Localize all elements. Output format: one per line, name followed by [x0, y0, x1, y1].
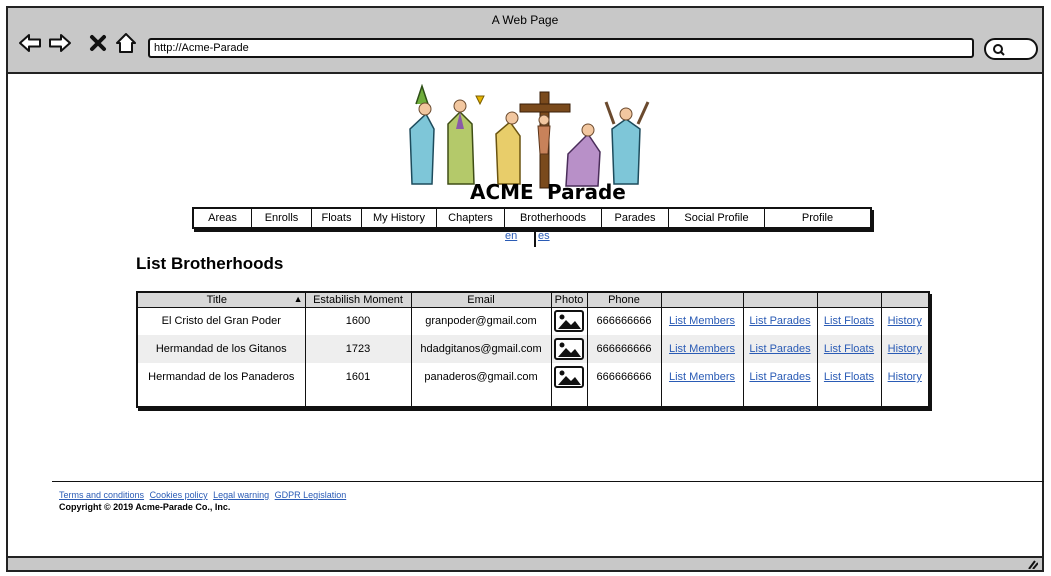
history-link[interactable]: History	[881, 363, 929, 391]
footer-divider	[52, 481, 1044, 482]
cell-title: El Cristo del Gran Poder	[137, 307, 306, 335]
language-separator	[534, 231, 536, 247]
browser-window: A Web Page http://Acme-Parade ACME Parad…	[6, 6, 1044, 572]
cell-phone: 666666666	[587, 335, 662, 363]
column-header-phone[interactable]: Phone	[587, 292, 662, 308]
list-members-link[interactable]: List Members	[661, 307, 744, 335]
cell-title: Hermandad de los Panaderos	[137, 363, 306, 391]
cell-moment: 1723	[305, 335, 412, 363]
history-link[interactable]: History	[881, 307, 929, 335]
list-floats-link[interactable]: List Floats	[817, 307, 882, 335]
cookies-link[interactable]: Cookies policy	[150, 490, 208, 500]
table-empty-row	[137, 391, 929, 407]
cell-phone: 666666666	[587, 307, 662, 335]
column-header-parades	[743, 292, 818, 308]
logo-text-parade: Parade	[547, 180, 626, 204]
list-parades-link[interactable]: List Parades	[743, 335, 818, 363]
cell-email: panaderos@gmail.com	[411, 363, 552, 391]
menu-item-parades[interactable]: Parades	[602, 209, 669, 227]
cell-email: hdadgitanos@gmail.com	[411, 335, 552, 363]
gdpr-link[interactable]: GDPR Legislation	[275, 490, 347, 500]
status-bar	[8, 556, 1042, 570]
cell-moment: 1601	[305, 363, 412, 391]
cell-moment: 1600	[305, 307, 412, 335]
logo-text-acme: ACME	[470, 180, 534, 204]
column-header-history	[881, 292, 929, 308]
menu-item-my-history[interactable]: My History	[362, 209, 437, 227]
cell-photo	[551, 335, 588, 363]
cell-phone: 666666666	[587, 363, 662, 391]
menu-item-chapters[interactable]: Chapters	[437, 209, 505, 227]
home-icon[interactable]	[114, 31, 138, 55]
search-field[interactable]	[984, 38, 1038, 60]
image-placeholder-icon	[554, 310, 584, 333]
column-header-title-label: Title	[206, 293, 227, 306]
terms-link[interactable]: Terms and conditions	[59, 490, 144, 500]
column-header-floats	[817, 292, 882, 308]
copyright-text: Copyright © 2019 Acme-Parade Co., Inc.	[59, 502, 231, 512]
list-members-link[interactable]: List Members	[661, 363, 744, 391]
column-header-title[interactable]: Title ▲	[137, 292, 306, 308]
list-parades-link[interactable]: List Parades	[743, 363, 818, 391]
menu-item-enrolls[interactable]: Enrolls	[252, 209, 312, 227]
back-arrow-icon[interactable]	[18, 31, 42, 55]
menu-item-areas[interactable]: Areas	[194, 209, 252, 227]
resize-grip-icon[interactable]	[1026, 559, 1038, 569]
image-placeholder-icon	[554, 366, 584, 388]
page-title: List Brotherhoods	[136, 254, 284, 273]
table-header-row: Title ▲ Estabilish Moment Email Photo Ph…	[137, 292, 929, 308]
cell-photo	[551, 363, 588, 391]
browser-toolbar: A Web Page http://Acme-Parade	[8, 8, 1042, 74]
table-row: Hermandad de los Gitanos 1723 hdadgitano…	[137, 335, 929, 363]
menu-item-profile[interactable]: Profile	[765, 209, 870, 227]
window-title: A Web Page	[491, 13, 559, 27]
image-placeholder-icon	[554, 338, 584, 360]
cell-email: granpoder@gmail.com	[411, 307, 552, 335]
list-members-link[interactable]: List Members	[661, 335, 744, 363]
menu-item-brotherhoods[interactable]: Brotherhoods	[505, 209, 602, 227]
list-floats-link[interactable]: List Floats	[817, 335, 882, 363]
cell-title: Hermandad de los Gitanos	[137, 335, 306, 363]
column-header-photo[interactable]: Photo	[551, 292, 588, 308]
column-header-members	[661, 292, 744, 308]
language-en-link[interactable]: en	[505, 230, 517, 242]
brotherhoods-table: Title ▲ Estabilish Moment Email Photo Ph…	[136, 291, 930, 408]
menu-item-floats[interactable]: Floats	[312, 209, 362, 227]
search-icon	[993, 44, 1005, 56]
legal-warning-link[interactable]: Legal warning	[213, 490, 269, 500]
list-parades-link[interactable]: List Parades	[743, 307, 818, 335]
stop-x-icon[interactable]	[86, 31, 110, 55]
history-link[interactable]: History	[881, 335, 929, 363]
table-row: El Cristo del Gran Poder 1600 granpoder@…	[137, 307, 929, 335]
forward-arrow-icon[interactable]	[48, 31, 72, 55]
column-header-moment[interactable]: Estabilish Moment	[305, 292, 412, 308]
address-bar[interactable]: http://Acme-Parade	[148, 38, 974, 58]
menu-item-social-profile[interactable]: Social Profile	[669, 209, 765, 227]
language-es-link[interactable]: es	[538, 230, 550, 242]
main-menu: Areas Enrolls Floats My History Chapters…	[192, 207, 872, 229]
column-header-email[interactable]: Email	[411, 292, 552, 308]
footer-links: Terms and conditions Cookies policy Lega…	[59, 490, 349, 500]
list-floats-link[interactable]: List Floats	[817, 363, 882, 391]
table-row: Hermandad de los Panaderos 1601 panadero…	[137, 363, 929, 391]
sort-ascending-icon[interactable]: ▲	[294, 294, 303, 304]
cell-photo	[551, 307, 588, 335]
